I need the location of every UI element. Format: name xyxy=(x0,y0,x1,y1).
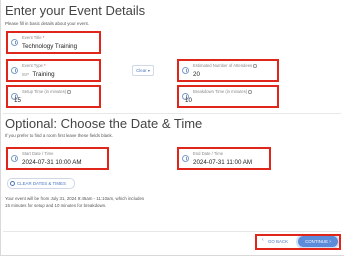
section-subtitle-datetime: If you prefer to find a room first leave… xyxy=(5,133,113,138)
highlight-box xyxy=(255,234,341,250)
clear-type-button[interactable]: Clear ▾ xyxy=(132,65,154,76)
highlight-box xyxy=(6,85,101,108)
highlight-box xyxy=(6,59,101,82)
footer-divider xyxy=(3,231,341,232)
section-title-datetime: Optional: Choose the Date & Time xyxy=(5,116,203,131)
highlight-box xyxy=(6,147,109,170)
section-subtitle-details: Please fill in basic details about your … xyxy=(5,21,89,26)
highlight-box xyxy=(6,31,101,54)
clear-dates-label: CLEAR DATES & TIMES xyxy=(17,181,66,186)
highlight-box xyxy=(177,85,279,108)
divider xyxy=(3,113,341,114)
refresh-icon xyxy=(10,180,15,186)
highlight-box xyxy=(177,147,271,170)
section-title-details: Enter your Event Details xyxy=(5,3,146,18)
summary-line-2: 15 minutes for setup and 10 minutes for … xyxy=(5,203,107,208)
clear-dates-button[interactable]: CLEAR DATES & TIMES xyxy=(7,178,75,189)
clear-type-label: Clear xyxy=(136,68,147,73)
highlight-box xyxy=(177,59,279,82)
chevron-down-icon: ▾ xyxy=(147,68,150,73)
summary-line-1: Your event will be from July 31, 2024 9:… xyxy=(5,196,145,201)
